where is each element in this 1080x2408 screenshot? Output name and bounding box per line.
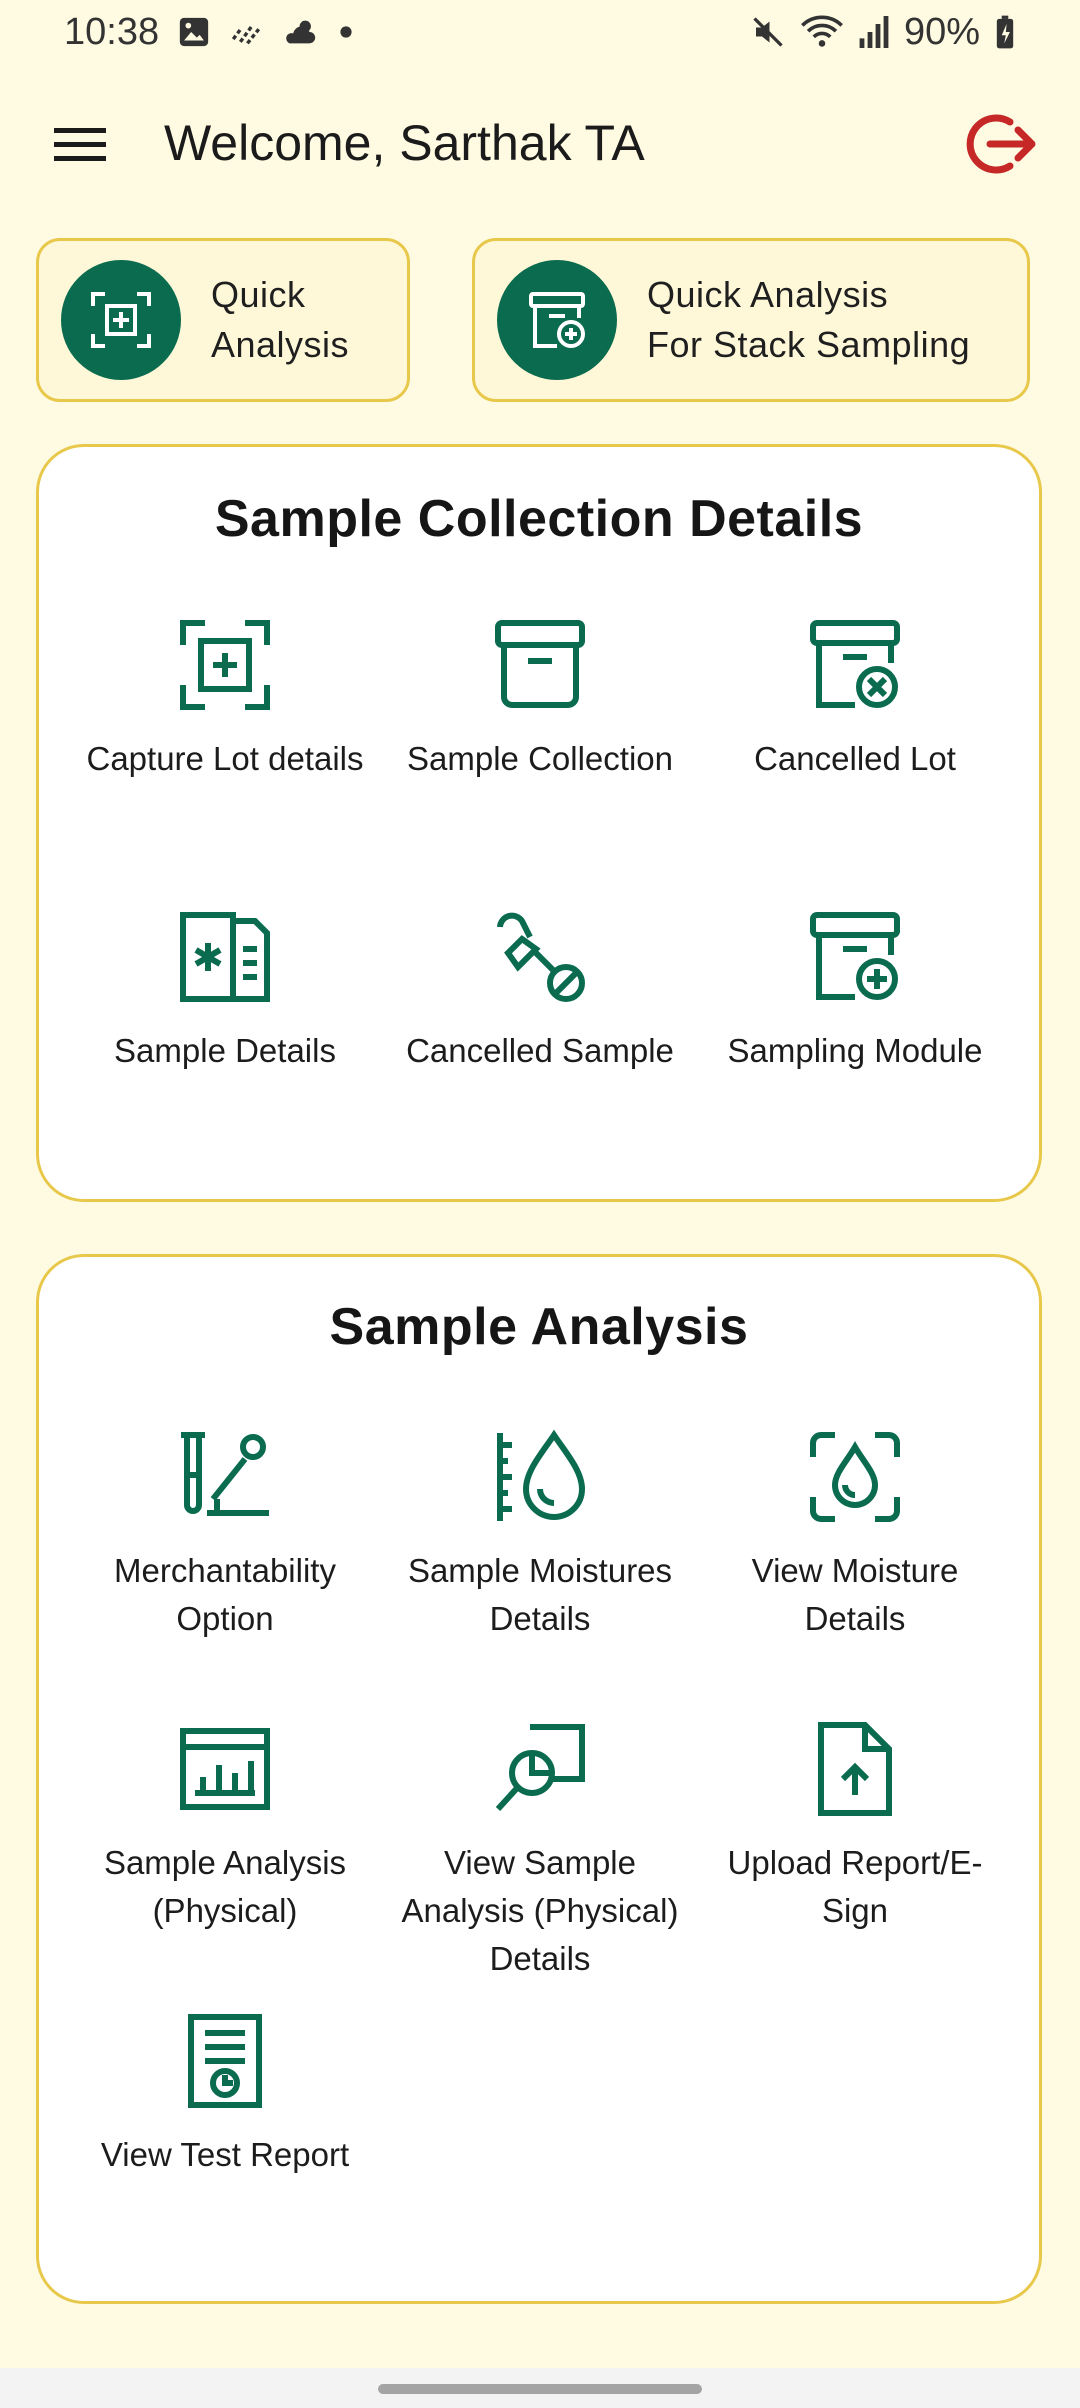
upload-report-line1: Upload Report/E- xyxy=(727,1844,983,1881)
mute-icon xyxy=(750,14,786,50)
document-details-icon xyxy=(180,912,270,1002)
test-tube-icon xyxy=(181,1432,269,1516)
upload-report-line2: Sign xyxy=(821,1892,889,1929)
sample-analysis-physical-tile[interactable]: Sample Analysis (Physical) xyxy=(65,1721,385,1935)
battery-charging-icon xyxy=(994,14,1016,50)
page-title: Welcome, Sarthak TA xyxy=(164,115,645,171)
navigation-bar xyxy=(0,2368,1080,2408)
status-bar: 10:38 90% xyxy=(0,0,1080,64)
app-bar: Welcome, Sarthak TA xyxy=(0,96,1080,192)
sample-moistures-details-tile[interactable]: Sample Moistures Details xyxy=(380,1429,700,1643)
merchantability-line2: Option xyxy=(176,1600,274,1637)
capture-lot-details-tile[interactable]: Capture Lot details xyxy=(65,617,385,783)
view-test-report-tile[interactable]: View Test Report xyxy=(65,2013,385,2179)
quick-analysis-label-line1: Quick xyxy=(211,274,306,315)
hamburger-menu-icon[interactable] xyxy=(50,116,110,172)
scan-add-icon xyxy=(61,260,181,380)
bar-chart-icon xyxy=(180,1728,270,1810)
wifi-icon xyxy=(800,14,844,50)
view-moisture-line2: Details xyxy=(804,1600,906,1637)
cancelled-lot-tile[interactable]: Cancelled Lot xyxy=(695,617,1015,783)
sample-collection-tile[interactable]: Sample Collection xyxy=(380,617,700,783)
view-sample-analysis-label: View Sample Analysis (Physical) Details xyxy=(380,1839,700,1983)
view-sample-analysis-line3: Details xyxy=(489,1940,591,1977)
sample-details-label: Sample Details xyxy=(114,1032,336,1069)
cancelled-lot-label: Cancelled Lot xyxy=(754,740,956,777)
search-chart-icon xyxy=(495,1724,585,1812)
sample-details-tile[interactable]: Sample Details xyxy=(65,909,385,1075)
sample-collection-label: Sample Collection xyxy=(407,740,673,777)
sample-moistures-line2: Details xyxy=(489,1600,591,1637)
merchantability-option-label: Merchantability Option xyxy=(65,1547,385,1643)
sample-moistures-label: Sample Moistures Details xyxy=(380,1547,700,1643)
scan-add-icon xyxy=(180,620,270,710)
sample-analysis-physical-label: Sample Analysis (Physical) xyxy=(65,1839,385,1935)
stack-sampling-label-line1: Quick Analysis xyxy=(647,274,889,315)
view-test-report-label: View Test Report xyxy=(100,2136,350,2173)
merchantability-option-tile[interactable]: Merchantability Option xyxy=(65,1429,385,1643)
upload-report-esign-tile[interactable]: Upload Report/E- Sign xyxy=(695,1721,1015,1935)
battery-text: 90% xyxy=(903,10,980,53)
upload-report-label: Upload Report/E- Sign xyxy=(695,1839,1015,1935)
sample-analysis-section: Sample Analysis Merchantability Option Sa… xyxy=(36,1254,1042,2304)
view-moisture-line1: View Moisture xyxy=(751,1552,959,1589)
sample-moistures-line1: Sample Moistures xyxy=(407,1552,673,1589)
home-gesture-handle[interactable] xyxy=(378,2384,702,2394)
cancelled-sample-label: Cancelled Sample xyxy=(406,1032,674,1069)
signal-dashes-icon xyxy=(229,15,263,49)
moisture-ruler-icon xyxy=(497,1429,586,1521)
quick-analysis-label-line2: Analysis xyxy=(211,324,350,365)
sample-analysis-title: Sample Analysis xyxy=(329,1298,749,1356)
quick-analysis-stack-sampling-button[interactable]: Quick Analysis For Stack Sampling xyxy=(472,238,1030,402)
merchantability-line1: Merchantability xyxy=(114,1552,336,1589)
sample-analysis-physical-line2: (Physical) xyxy=(152,1892,298,1929)
image-icon xyxy=(177,15,211,49)
dropper-cancel-icon xyxy=(497,912,585,1002)
cell-signal-icon xyxy=(858,14,890,50)
stack-sampling-label-line2: For Stack Sampling xyxy=(647,324,971,365)
dot-icon xyxy=(339,25,353,39)
capture-lot-details-label: Capture Lot details xyxy=(86,740,364,777)
view-sample-analysis-line2: Analysis (Physical) xyxy=(401,1892,679,1929)
archive-cancel-icon xyxy=(810,620,900,708)
sample-collection-title: Sample Collection Details xyxy=(214,490,864,548)
sampling-module-tile[interactable]: Sampling Module xyxy=(695,909,1015,1075)
archive-add-icon xyxy=(810,912,900,1000)
sample-analysis-physical-line1: Sample Analysis xyxy=(103,1844,347,1881)
logout-icon[interactable] xyxy=(960,106,1040,182)
archive-box-icon xyxy=(495,620,585,708)
scan-moisture-icon xyxy=(810,1432,900,1522)
cancelled-sample-tile[interactable]: Cancelled Sample xyxy=(380,909,700,1075)
file-upload-icon xyxy=(818,1722,892,1816)
status-time: 10:38 xyxy=(64,10,160,53)
sample-collection-section: Sample Collection Details Capture Lot de… xyxy=(36,444,1042,1202)
view-moisture-label: View Moisture Details xyxy=(695,1547,1015,1643)
quick-analysis-button[interactable]: Quick Analysis xyxy=(36,238,410,402)
view-moisture-details-tile[interactable]: View Moisture Details xyxy=(695,1429,1015,1643)
view-sample-analysis-physical-tile[interactable]: View Sample Analysis (Physical) Details xyxy=(380,1721,700,1983)
weather-icon xyxy=(281,15,321,49)
sampling-module-label: Sampling Module xyxy=(727,1032,983,1069)
archive-add-icon xyxy=(497,260,617,380)
view-sample-analysis-line1: View Sample xyxy=(444,1844,636,1881)
report-icon xyxy=(188,2014,262,2108)
